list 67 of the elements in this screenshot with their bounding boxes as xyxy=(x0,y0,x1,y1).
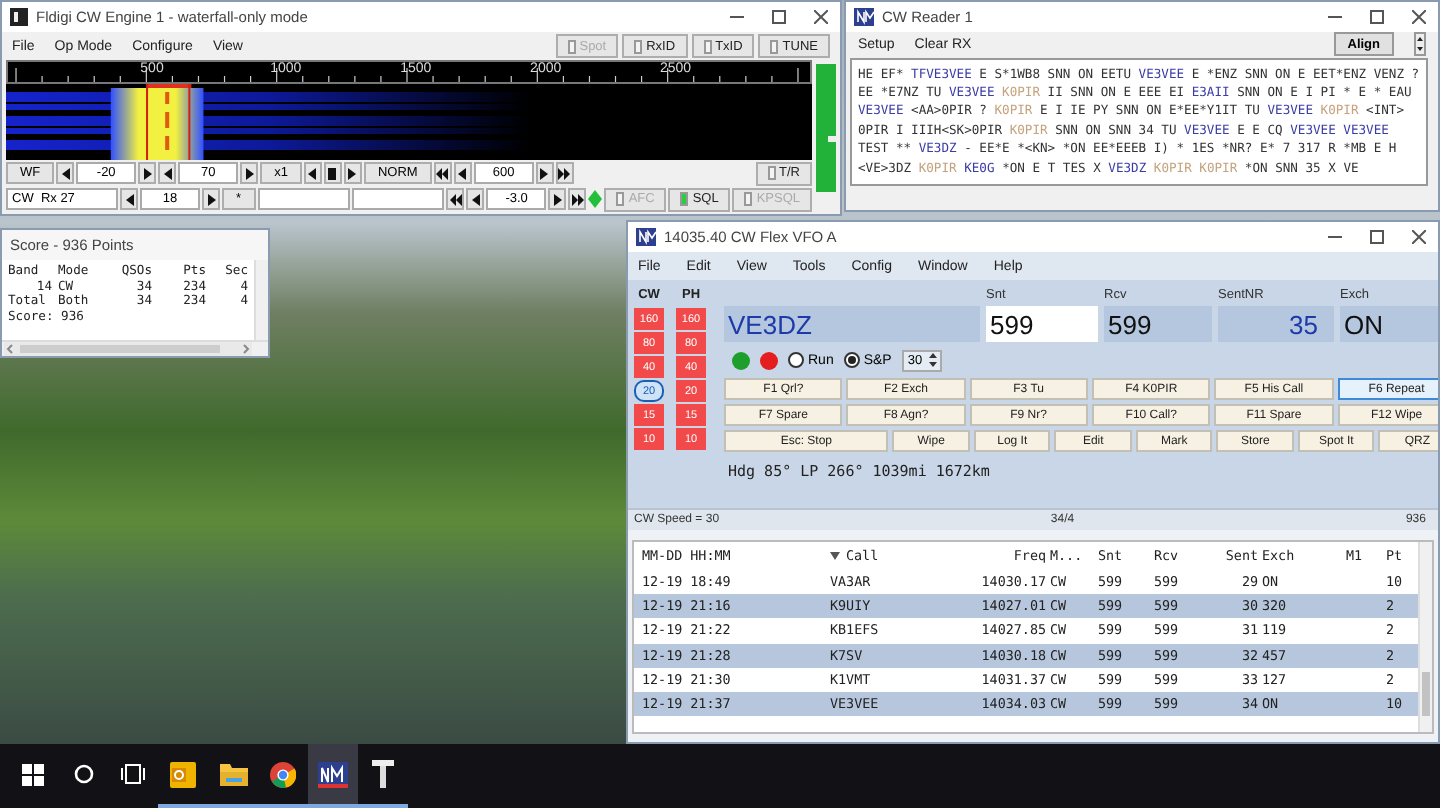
right-triangle-button[interactable] xyxy=(343,162,362,184)
double-right-triangle-button[interactable] xyxy=(555,162,574,184)
right-triangle-icon xyxy=(243,165,256,181)
close-icon[interactable] xyxy=(814,10,828,24)
double-left-triangle-icon xyxy=(436,165,449,181)
entry-field[interactable]: 599 xyxy=(986,306,1098,342)
spin-arrows-icon[interactable] xyxy=(1414,32,1426,57)
windows-logo-icon[interactable] xyxy=(22,763,44,785)
minimize-icon[interactable] xyxy=(730,10,744,24)
double-left-triangle-icon xyxy=(449,191,462,207)
maximize-icon[interactable] xyxy=(1370,230,1384,244)
double-right-triangle-icon xyxy=(571,191,584,207)
left-triangle-icon xyxy=(123,191,135,207)
stop-square-button[interactable] xyxy=(323,162,342,184)
left-triangle-icon xyxy=(59,165,72,181)
mail-icon xyxy=(170,761,196,787)
spin-arrows-icon[interactable] xyxy=(927,352,938,368)
sort-arrow-icon xyxy=(830,552,840,560)
left-triangle-button[interactable] xyxy=(56,162,75,184)
decoded-text-area[interactable] xyxy=(850,57,1428,186)
minimize-icon[interactable] xyxy=(1328,230,1342,244)
stop-square-icon xyxy=(326,165,339,181)
left-triangle-icon xyxy=(161,165,174,181)
left-triangle-button[interactable] xyxy=(158,162,177,184)
vertical-scrollbar[interactable] xyxy=(254,260,268,340)
folder-icon xyxy=(219,762,247,786)
right-triangle-button[interactable] xyxy=(535,162,554,184)
text-field[interactable] xyxy=(257,188,350,210)
entry-field[interactable]: 35 xyxy=(1218,306,1334,342)
right-triangle-icon xyxy=(346,165,359,181)
maximize-icon[interactable] xyxy=(772,10,786,24)
text-field[interactable] xyxy=(351,188,445,210)
left-triangle-button[interactable] xyxy=(303,162,322,184)
right-triangle-icon xyxy=(205,191,217,207)
horizontal-scrollbar[interactable] xyxy=(4,342,252,356)
double-left-triangle-button[interactable] xyxy=(433,162,452,184)
entry-field[interactable]: 599 xyxy=(1104,306,1212,342)
right-triangle-button[interactable] xyxy=(240,162,259,184)
taskbar-app-button[interactable] xyxy=(308,744,358,808)
minimize-icon[interactable] xyxy=(1328,10,1342,24)
circle-logo-icon xyxy=(270,761,296,787)
app-icon xyxy=(854,8,874,26)
right-triangle-button[interactable] xyxy=(548,188,567,210)
app-icon xyxy=(318,761,348,787)
search-icon[interactable] xyxy=(73,764,93,784)
close-icon[interactable] xyxy=(1412,230,1426,244)
maximize-icon[interactable] xyxy=(1370,10,1384,24)
app-icon xyxy=(10,8,28,26)
close-icon[interactable] xyxy=(1412,10,1426,24)
right-triangle-button[interactable] xyxy=(138,162,157,184)
t-shape-icon xyxy=(372,760,394,788)
task-view-icon[interactable] xyxy=(120,764,146,784)
level-meter-drawing xyxy=(816,64,836,192)
left-triangle-icon xyxy=(306,165,319,181)
left-triangle-button[interactable] xyxy=(453,162,472,184)
left-triangle-button[interactable] xyxy=(466,188,485,210)
double-right-triangle-button[interactable] xyxy=(568,188,587,210)
entry-field[interactable]: VE3DZ xyxy=(724,306,980,342)
app-icon xyxy=(636,228,656,246)
vertical-scrollbar[interactable] xyxy=(1418,542,1432,732)
entry-field[interactable]: ON xyxy=(1340,306,1438,342)
double-right-triangle-icon xyxy=(558,165,571,181)
left-triangle-button[interactable] xyxy=(120,188,138,210)
right-triangle-button[interactable] xyxy=(202,188,220,210)
right-triangle-icon xyxy=(141,165,154,181)
double-left-triangle-button[interactable] xyxy=(446,188,465,210)
waterfall-drawing[interactable] xyxy=(6,84,812,160)
